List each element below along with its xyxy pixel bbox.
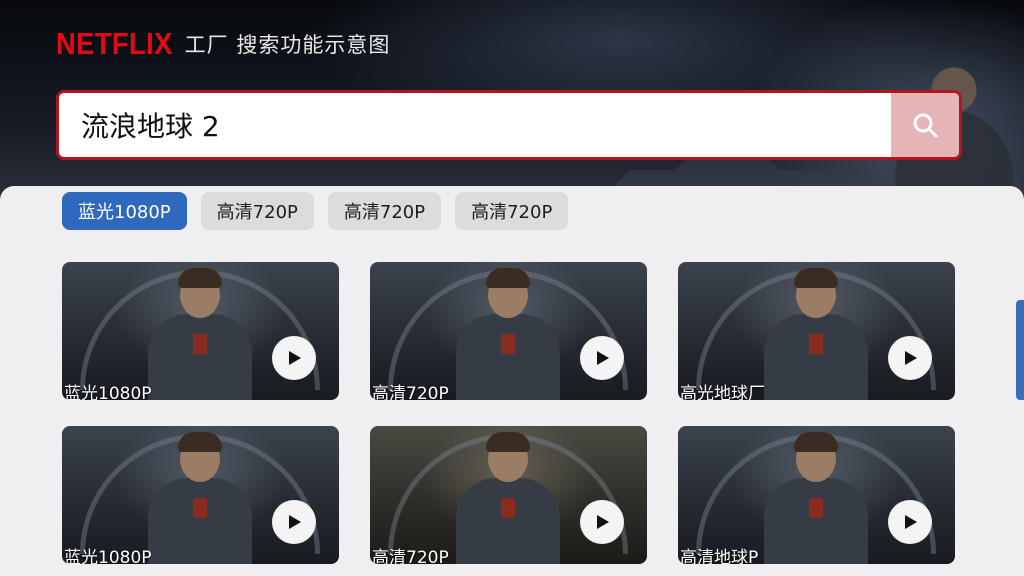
play-button[interactable] bbox=[888, 336, 932, 380]
card-character-art bbox=[486, 432, 530, 452]
search-bar bbox=[56, 90, 962, 160]
card-character-art bbox=[794, 268, 838, 288]
card-character-art bbox=[486, 268, 530, 288]
side-scroll-handle[interactable] bbox=[1016, 300, 1024, 400]
search-icon bbox=[913, 113, 938, 138]
search-button[interactable] bbox=[891, 93, 959, 157]
card-character-art bbox=[193, 498, 207, 518]
results-grid: 蓝光1080P 高清720P 高光地球厂 蓝光1080P 高清720P 高清地球… bbox=[62, 262, 956, 564]
play-icon bbox=[905, 351, 917, 365]
search-input[interactable] bbox=[59, 93, 891, 157]
header: NETFLIX 工厂 搜索功能示意图 bbox=[56, 26, 390, 62]
filter-chip-720p[interactable]: 高清720P bbox=[200, 192, 314, 230]
result-card[interactable]: 蓝光1080P bbox=[62, 262, 339, 400]
page-title: 工厂 搜索功能示意图 bbox=[184, 33, 391, 57]
card-character-art bbox=[809, 334, 823, 354]
play-button[interactable] bbox=[580, 336, 624, 380]
play-icon bbox=[289, 515, 301, 529]
play-icon bbox=[905, 515, 917, 529]
play-button[interactable] bbox=[272, 500, 316, 544]
card-character-art bbox=[148, 478, 252, 564]
card-character-art bbox=[178, 432, 222, 452]
card-caption: 蓝光1080P bbox=[64, 384, 152, 400]
card-character-art bbox=[501, 334, 515, 354]
play-icon bbox=[597, 351, 609, 365]
card-caption: 高光地球厂 bbox=[680, 384, 765, 400]
quality-filter-chips: 蓝光1080P 高清720P 高清720P 高清720P bbox=[62, 192, 569, 230]
card-character-art bbox=[148, 314, 252, 400]
play-icon bbox=[597, 515, 609, 529]
card-character-art bbox=[456, 314, 560, 400]
card-character-art bbox=[809, 498, 823, 518]
card-character-art bbox=[794, 432, 838, 452]
filter-chip-720p[interactable]: 高清720P bbox=[455, 192, 569, 230]
card-character-art bbox=[456, 478, 560, 564]
play-button[interactable] bbox=[888, 500, 932, 544]
result-card[interactable]: 高光地球厂 bbox=[678, 262, 955, 400]
play-button[interactable] bbox=[580, 500, 624, 544]
card-character-art bbox=[501, 498, 515, 518]
card-caption: 高清720P bbox=[372, 384, 449, 400]
filter-chip-1080p[interactable]: 蓝光1080P bbox=[62, 192, 187, 230]
filter-chip-720p[interactable]: 高清720P bbox=[327, 192, 442, 230]
card-character-art bbox=[178, 268, 222, 288]
play-button[interactable] bbox=[272, 336, 316, 380]
card-caption: 高清地球P bbox=[680, 548, 759, 564]
card-caption: 高清720P bbox=[372, 548, 449, 564]
result-card[interactable]: 高清720P bbox=[370, 426, 647, 564]
card-character-art bbox=[764, 314, 868, 400]
play-icon bbox=[289, 351, 301, 365]
card-character-art bbox=[764, 478, 868, 564]
card-caption: 蓝光1080P bbox=[64, 548, 152, 564]
result-card[interactable]: 高清地球P bbox=[678, 426, 955, 564]
netflix-logo[interactable]: NETFLIX bbox=[56, 26, 173, 62]
result-card[interactable]: 高清720P bbox=[370, 262, 647, 400]
card-character-art bbox=[193, 334, 207, 354]
result-card[interactable]: 蓝光1080P bbox=[62, 426, 339, 564]
